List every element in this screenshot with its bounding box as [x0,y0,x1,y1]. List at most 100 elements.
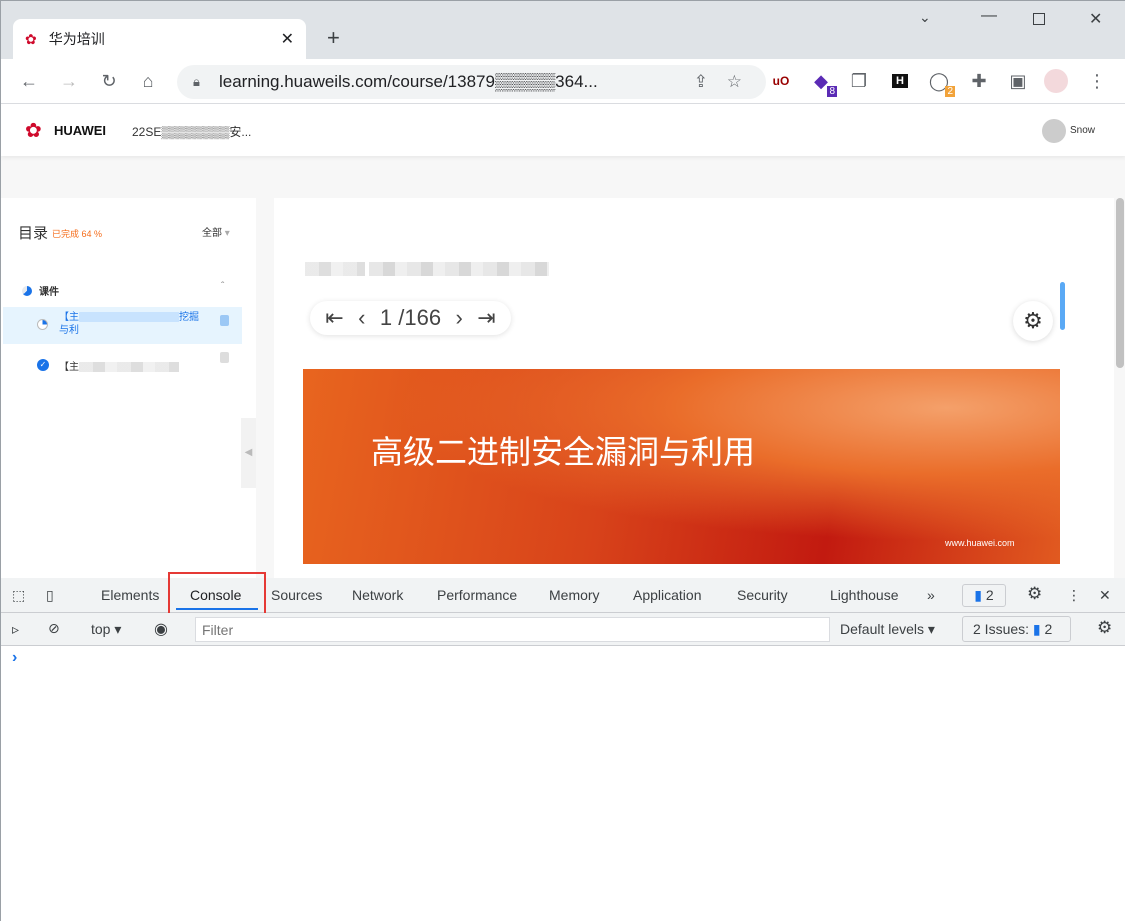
completion-progress: 已完成 64 % [52,229,103,239]
settings-gear-icon[interactable]: ⚙ [1013,301,1053,341]
page-scrollbar[interactable] [1116,198,1124,368]
section-progress-icon [22,286,32,296]
extension-purple-icon[interactable]: ◆ 8 [809,69,837,97]
url-text: learning.huaweils.com/course/13879▒▒▒▒▒3… [219,72,598,91]
tab-title: 华为培训 [48,31,105,47]
new-tab-button[interactable]: + [327,25,340,51]
console-settings-gear-icon[interactable]: ⚙ [1097,618,1112,638]
user-avatar[interactable] [1042,119,1066,143]
badge: 8 [827,86,837,97]
devtools-tabbar: ⬚ ▯ Elements Console Sources Network Per… [1,572,1125,620]
extensions-puzzle-icon[interactable]: ✚ [967,69,991,93]
close-devtools-icon[interactable]: ✕ [1099,587,1111,604]
more-tabs-button[interactable]: » [927,587,935,603]
address-bar[interactable]: 🔒︎ learning.huaweils.com/course/13879▒▒▒… [177,65,766,99]
message-icon: ▮ [974,587,983,603]
course-viewer: ⇤ ‹ 1 /166 › ⇥ ⚙ 高级二进制安全漏洞与利用 www.huawei… [274,198,1114,578]
maximize-button[interactable] [1033,13,1045,25]
huawei-logo-text: HUAWEI [54,123,106,138]
page-navigator: ⇤ ‹ 1 /166 › ⇥ [310,301,511,335]
item-title: 【主 [59,358,179,373]
partial-progress-icon [37,319,48,330]
message-icon: ▮ [1032,621,1041,637]
issues-badge-button[interactable]: ▮ 2 [962,584,1006,607]
item-title: 【‍主 挖掘 与利 [59,312,199,336]
tab-security[interactable]: Security [737,587,788,603]
tab-elements[interactable]: Elements [101,587,159,603]
section-title[interactable]: 课件 [39,283,59,298]
side-panel-icon[interactable]: ▣ [1006,69,1030,93]
filter-input[interactable] [195,617,830,642]
tab-sources[interactable]: Sources [271,587,322,603]
log-levels-dropdown[interactable]: Default levels ▾ [840,621,935,638]
filter-label: 全部 [202,228,222,239]
completed-check-icon: ✓ [37,359,49,371]
eye-icon[interactable]: ◉ [154,619,168,639]
last-page-icon[interactable]: ⇥ [477,305,495,331]
tab-search-icon[interactable]: ⌄ [919,9,931,26]
collapse-sidebar-handle[interactable]: ◀ [241,418,256,488]
forward-icon[interactable]: → [57,69,81,93]
bookmark-star-icon[interactable]: ☆ [727,72,742,92]
tab-network[interactable]: Network [352,587,403,603]
issues-count: 2 [985,587,994,603]
ublock-icon[interactable]: uO [769,69,793,93]
inspect-element-icon[interactable]: ⬚ [12,587,25,604]
console-toolbar: ▹ ⊘ top ▾ ◉ Default levels ▾ 2 Issues: ▮… [1,613,1125,646]
tab-lighthouse[interactable]: Lighthouse [830,587,899,603]
gray-extension-icon[interactable]: ◯ 2 [927,69,955,97]
course-title: 22SE▒▒▒▒▒▒▒▒安... [132,125,252,139]
next-page-icon[interactable]: › [456,305,463,331]
catalog-title: 目录 [18,225,49,242]
tab-memory[interactable]: Memory [549,587,600,603]
huawei-logo-icon: ✿ [25,120,42,142]
clear-console-icon[interactable]: ⊘ [48,620,60,637]
slide-footer-url: www.huawei.com [945,538,1015,548]
share-icon[interactable]: ⇪ [694,72,708,92]
h-extension-icon[interactable]: H [888,69,912,93]
document-icon [220,352,229,363]
collapse-icon[interactable]: ˆ [221,281,224,292]
tab-strip: ✿ 华为培训 ✕ + ⌄ — ✕ [1,1,1125,59]
catalog-sidebar: 目录 已完成 64 % 全部 ▾ 课件 ˆ 【‍主 挖掘 与利 ✓ 【主 ◀ [1,198,256,578]
user-name[interactable]: Snow [1070,125,1095,136]
devtools-panel: ⬚ ▯ Elements Console Sources Network Per… [1,572,1125,922]
menu-kebab-icon[interactable]: ⋮ [1085,69,1109,93]
copy-extension-icon[interactable]: ❐ [847,69,871,93]
profile-avatar[interactable] [1044,69,1068,93]
close-window-button[interactable]: ✕ [1089,9,1102,29]
h-label: H [892,74,908,88]
list-item[interactable]: ✓ 【主 [3,350,242,380]
device-toolbar-icon[interactable]: ▯ [46,587,54,604]
slide-title: 高级二进制安全漏洞与利用 [371,433,756,471]
web-page: ✿ HUAWEI 22SE▒▒▒▒▒▒▒▒安... Snow 目录 已完成 64… [1,104,1125,578]
close-tab-icon[interactable]: ✕ [281,29,294,49]
back-icon[interactable]: ← [17,69,41,93]
huawei-favicon-icon: ✿ [25,30,37,47]
page-indicator: 1 /166 [379,305,442,330]
prev-page-icon[interactable]: ‹ [358,305,365,331]
reload-icon[interactable]: ↻ [97,69,121,93]
first-page-icon[interactable]: ⇤ [325,305,343,331]
browser-tab[interactable]: ✿ 华为培训 ✕ [13,19,306,59]
console-prompt[interactable]: › [12,649,17,667]
sidebar-toggle-icon[interactable]: ▹ [12,621,19,638]
context-selector[interactable]: top ▾ [91,621,121,638]
issues-button[interactable]: 2 Issues: ▮ 2 [962,616,1071,642]
lock-icon: 🔒︎ [193,74,200,89]
badge: 2 [945,86,955,97]
page-scrollbar-thumb[interactable] [1060,282,1065,330]
home-icon[interactable]: ⌂ [136,69,160,93]
kebab-menu-icon[interactable]: ⋮ [1067,587,1081,604]
tab-performance[interactable]: Performance [437,587,517,603]
settings-gear-icon[interactable]: ⚙ [1027,584,1042,604]
site-header: ✿ HUAWEI 22SE▒▒▒▒▒▒▒▒安... Snow [1,104,1125,156]
slide: 高级二进制安全漏洞与利用 www.huawei.com [303,369,1060,564]
tab-application[interactable]: Application [633,587,702,603]
filter-dropdown[interactable]: 全部 ▾ [202,224,230,239]
document-icon [220,315,229,326]
courseware-title [305,260,550,278]
minimize-button[interactable]: — [981,7,997,25]
caret-down-icon: ▾ [224,228,230,239]
list-item[interactable]: 【‍主 挖掘 与利 [3,307,242,344]
